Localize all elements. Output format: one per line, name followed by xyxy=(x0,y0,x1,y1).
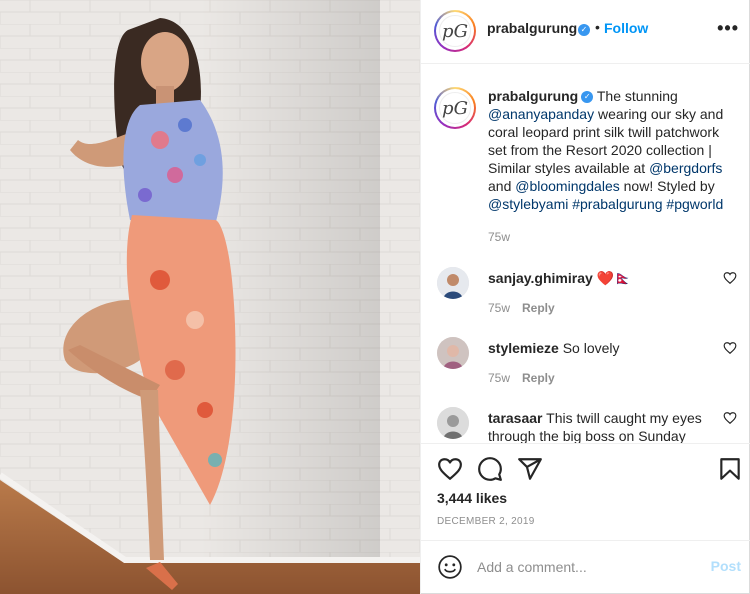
post-photo-illustration xyxy=(0,0,420,594)
like-comment-heart-icon[interactable] xyxy=(723,271,737,285)
comment-bubble-icon[interactable] xyxy=(477,456,503,482)
verified-badge-icon: ✓ xyxy=(581,91,594,104)
commenter-avatar[interactable] xyxy=(437,337,469,369)
comment-text: stylemieze So lovely xyxy=(488,340,620,356)
comment-item: stylemieze So lovely 75w Reply xyxy=(437,337,737,397)
post-actions: 3,444 likes DECEMBER 2, 2019 xyxy=(421,443,750,540)
like-heart-icon[interactable] xyxy=(437,456,463,482)
like-comment-heart-icon[interactable] xyxy=(723,411,737,425)
author-username[interactable]: prabalgurung xyxy=(487,20,577,36)
add-comment-bar: Post xyxy=(421,540,750,594)
mention-link[interactable]: @stylebyami xyxy=(488,196,568,212)
comment-timestamp[interactable]: 75w xyxy=(488,301,510,315)
post-photo[interactable] xyxy=(0,0,420,594)
comment-text: tarasaar This twill caught my eyes throu… xyxy=(488,410,702,443)
post-header: pG prabalgurung ✓ • Follow ••• xyxy=(421,0,750,64)
caption-author-avatar-logo: pG xyxy=(439,92,471,124)
hashtag-link[interactable]: #pgworld xyxy=(666,196,723,212)
mention-link[interactable]: @bloomingdales xyxy=(515,178,620,194)
reply-button[interactable]: Reply xyxy=(522,301,555,315)
commenter-avatar[interactable] xyxy=(437,267,469,299)
emoji-icon[interactable] xyxy=(437,554,463,580)
mention-link[interactable]: @ananyapanday xyxy=(488,106,594,122)
caption-timestamp[interactable]: 75w xyxy=(488,230,510,244)
comments-section[interactable]: pG prabalgurung ✓ The stunning @ananyapan… xyxy=(421,65,750,443)
comment-input[interactable] xyxy=(477,555,697,579)
author-avatar[interactable]: pG xyxy=(434,10,476,52)
header-separator: • xyxy=(595,19,600,35)
caption-text: prabalgurung ✓ The stunning @ananyapanday… xyxy=(488,88,724,212)
reply-button[interactable]: Reply xyxy=(522,371,555,385)
commenter-username[interactable]: tarasaar xyxy=(488,410,543,426)
comment-meta: 75w Reply xyxy=(488,371,555,385)
likes-count[interactable]: 3,444 likes xyxy=(437,490,507,506)
post-side-panel: pG prabalgurung ✓ • Follow ••• pG prabal… xyxy=(420,0,750,594)
follow-button[interactable]: Follow xyxy=(604,20,648,36)
commenter-username[interactable]: sanjay.ghimiray xyxy=(488,270,593,286)
mention-link[interactable]: @bergdorfs xyxy=(649,160,722,176)
caption-author-avatar[interactable]: pG xyxy=(434,87,476,129)
post-date[interactable]: DECEMBER 2, 2019 xyxy=(437,516,535,527)
more-options-icon[interactable]: ••• xyxy=(717,18,739,39)
like-comment-heart-icon[interactable] xyxy=(723,341,737,355)
comment-item: sanjay.ghimiray ❤️🇳🇵 75w Reply xyxy=(437,267,737,327)
instagram-post: pG prabalgurung ✓ • Follow ••• pG prabal… xyxy=(0,0,750,594)
comment-timestamp[interactable]: 75w xyxy=(488,371,510,385)
post-comment-button[interactable]: Post xyxy=(711,558,741,574)
verified-badge-icon: ✓ xyxy=(578,24,590,37)
commenter-username[interactable]: stylemieze xyxy=(488,340,559,356)
comment-text: sanjay.ghimiray ❤️🇳🇵 xyxy=(488,270,632,286)
comment-item: tarasaar This twill caught my eyes throu… xyxy=(437,407,737,443)
commenter-avatar[interactable] xyxy=(437,407,469,439)
save-bookmark-icon[interactable] xyxy=(717,456,743,482)
share-send-icon[interactable] xyxy=(517,456,543,482)
hashtag-link[interactable]: #prabalgurung xyxy=(572,196,662,212)
author-avatar-logo: pG xyxy=(439,15,471,47)
caption-username[interactable]: prabalgurung xyxy=(488,88,578,104)
comment-meta: 75w Reply xyxy=(488,301,555,315)
